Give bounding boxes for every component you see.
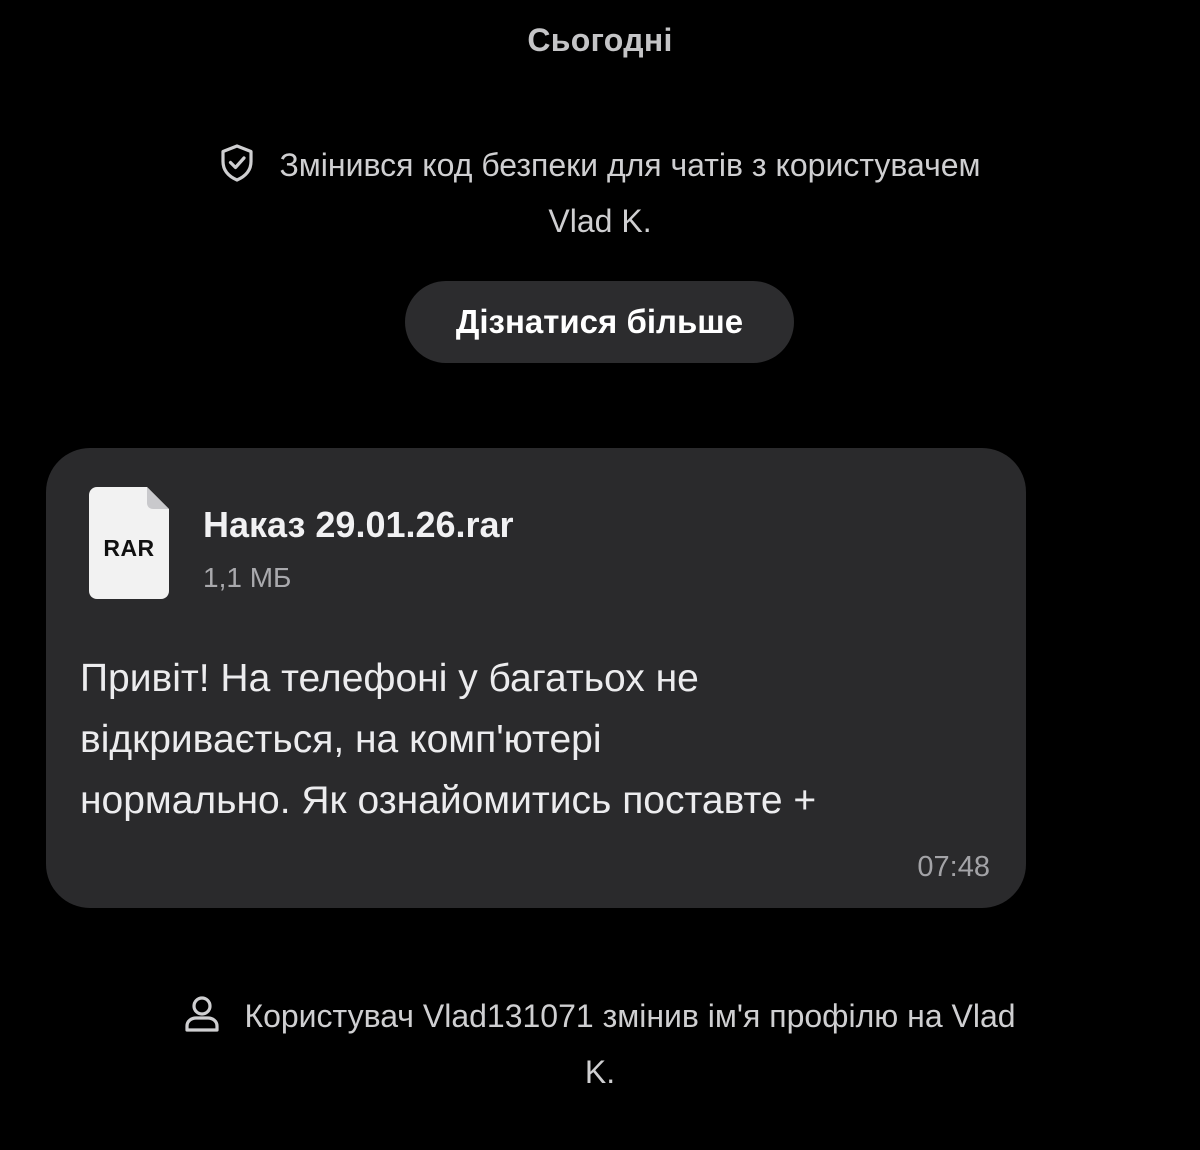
profile-notice-line-1: Користувач Vlad131071 змінив ім'я профіл… <box>0 991 1200 1047</box>
security-notice-text-1: Змінився код безпеки для чатів з користу… <box>279 147 981 183</box>
security-code-notice: Змінився код безпеки для чатів з користу… <box>0 140 1200 246</box>
message-text: Привіт! На телефоні у багатьох не відкри… <box>80 648 1010 831</box>
message-timestamp: 07:48 <box>917 851 990 883</box>
security-notice-line-1: Змінився код безпеки для чатів з користу… <box>0 140 1200 196</box>
profile-notice-line-2: K. <box>584 1054 616 1090</box>
message-line-3: нормально. Як ознайомитись поставте + <box>80 779 817 822</box>
file-name: Наказ 29.01.26.rar <box>203 504 514 545</box>
file-attachment[interactable]: RAR Наказ 29.01.26.rar 1,1 МБ <box>89 484 949 602</box>
learn-more-button[interactable]: Дізнатися більше <box>405 281 794 363</box>
file-type-label: RAR <box>103 535 155 561</box>
person-icon <box>184 995 220 1047</box>
file-size: 1,1 МБ <box>203 562 292 593</box>
date-header: Сьогодні <box>527 22 673 58</box>
message-line-1: Привіт! На телефоні у багатьох не <box>80 657 699 700</box>
file-icon: RAR <box>89 487 169 599</box>
security-notice-line-2: Vlad K. <box>548 203 652 239</box>
message-line-2: відкривається, на комп'ютері <box>80 718 602 761</box>
profile-notice-text-1: Користувач Vlad131071 змінив ім'я профіл… <box>244 998 1016 1034</box>
profile-name-notice: Користувач Vlad131071 змінив ім'я профіл… <box>0 991 1200 1097</box>
message-bubble: RAR Наказ 29.01.26.rar 1,1 МБ Привіт! На… <box>46 448 1026 908</box>
shield-check-icon <box>219 144 255 196</box>
